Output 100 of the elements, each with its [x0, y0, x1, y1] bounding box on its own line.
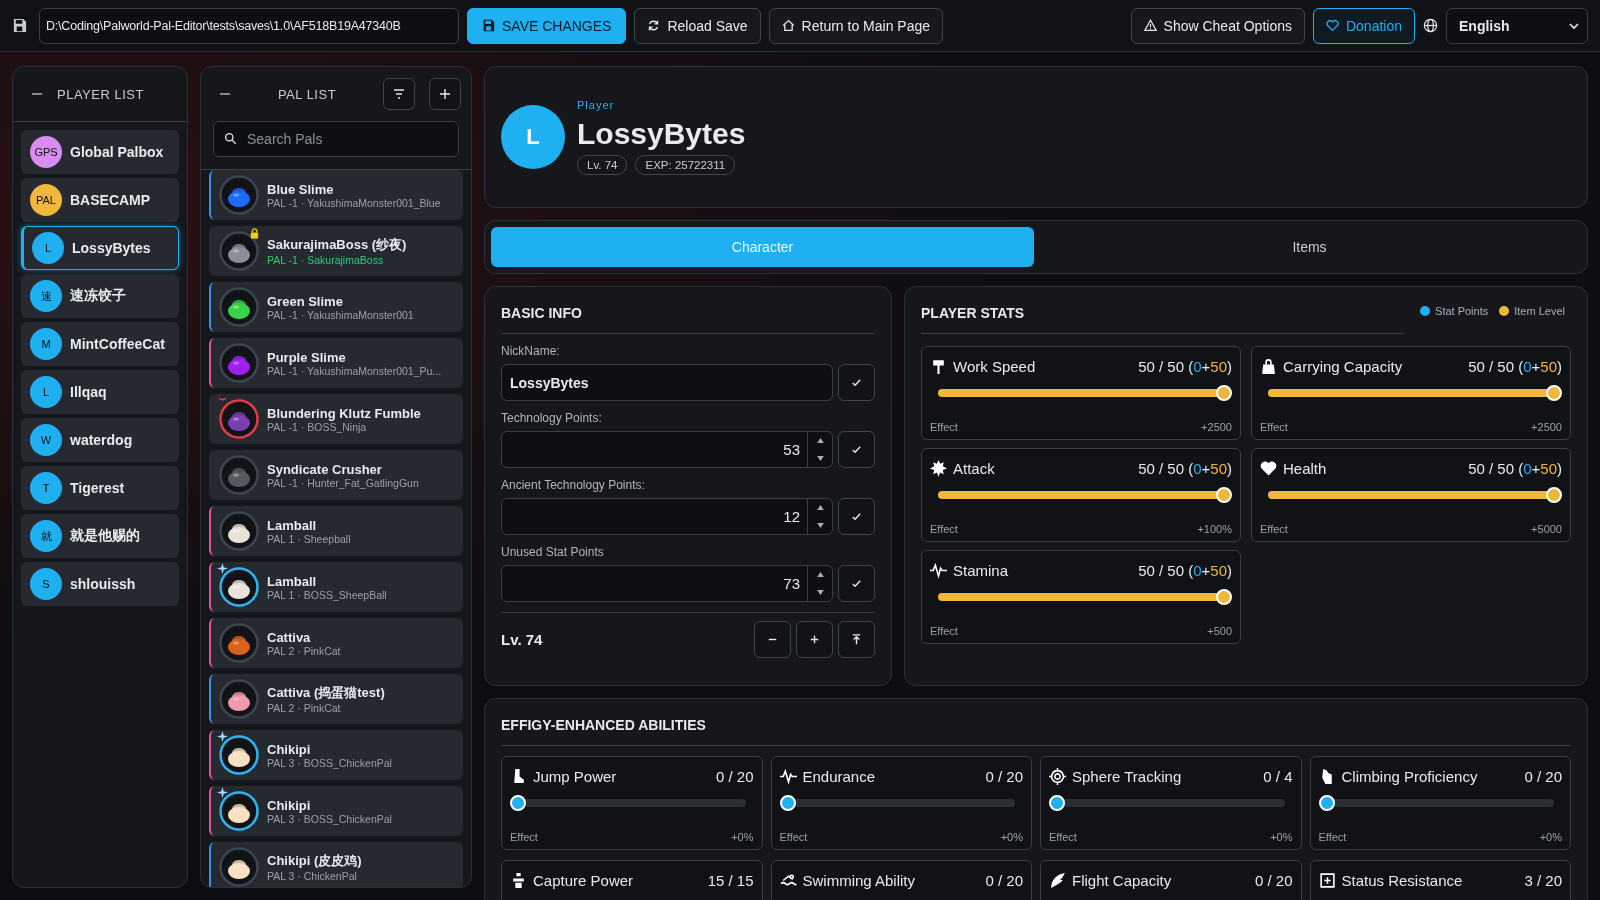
- legend-label: Item Level: [1514, 305, 1565, 317]
- player-name: Global Palbox: [70, 144, 164, 160]
- player-item[interactable]: L LossyBytes: [21, 226, 179, 270]
- pal-item[interactable]: Lamball PAL 1 · BOSS_SheepBall: [209, 562, 463, 612]
- stat-name: Health: [1283, 459, 1328, 477]
- slider-thumb[interactable]: [1049, 795, 1065, 811]
- player-item[interactable]: M MintCoffeeCat: [21, 322, 179, 366]
- pal-subtitle: PAL 3 · ChickenPal: [267, 870, 358, 882]
- slider-thumb[interactable]: [1216, 487, 1232, 503]
- pal-item[interactable]: SakurajimaBoss (纱夜) PAL -1 · SakurajimaBoss: [209, 226, 463, 276]
- plus-icon: [438, 87, 452, 101]
- save-changes-button[interactable]: SAVE CHANGES: [467, 7, 627, 44]
- slider-thumb[interactable]: [779, 795, 796, 811]
- stat-name: Carrying Capacity: [1283, 357, 1404, 375]
- ability-reading: 0 / 4: [1263, 767, 1293, 785]
- player-item[interactable]: L Illqaq: [21, 370, 179, 414]
- ability-name: Flight Capacity: [1072, 871, 1173, 889]
- pal-name: Blue Slime: [267, 181, 335, 197]
- effect-value: +100%: [1197, 523, 1232, 535]
- home-icon: [781, 19, 795, 32]
- pal-subtitle: PAL -1 · YakushimaMonster001: [267, 308, 414, 321]
- check-icon: [850, 443, 863, 456]
- swimmer-icon: [779, 871, 797, 889]
- slider-thumb[interactable]: [1216, 385, 1232, 401]
- number-field[interactable]: 12: [501, 498, 833, 535]
- slider-thumb[interactable]: [1546, 385, 1562, 401]
- pal-item[interactable]: Cattiva (捣蛋猫test) PAL 2 · PinkCat: [209, 674, 463, 724]
- field-label: Unused Stat Points: [501, 545, 605, 559]
- save-icon: [482, 19, 495, 32]
- triangle-down-icon: [816, 522, 824, 528]
- player-item[interactable]: 就 就是他赐的: [21, 514, 179, 558]
- player-item[interactable]: GPS Global Palbox: [21, 130, 179, 174]
- pal-name: Cattiva (捣蛋猫test): [267, 684, 385, 702]
- sparkle-icon: [217, 563, 228, 574]
- pal-item[interactable]: Blundering Klutz Fumble PAL -1 · BOSS_Ninja: [209, 394, 463, 444]
- slider-thumb[interactable]: [1546, 487, 1562, 503]
- player-item[interactable]: T Tigerest: [21, 466, 179, 510]
- player-avatar: S: [30, 568, 62, 600]
- pal-item[interactable]: Lamball PAL 1 · Sheepball: [209, 506, 463, 556]
- ability-reading: 0 / 20: [1254, 871, 1293, 889]
- number-field[interactable]: 53: [501, 431, 833, 468]
- add-button[interactable]: [429, 78, 461, 110]
- pal-item[interactable]: Chikipi PAL 3 · BOSS_ChickenPal: [209, 730, 463, 780]
- stat-name: Attack: [953, 459, 996, 477]
- ability-reading: 3 / 20: [1524, 871, 1562, 889]
- donation-button[interactable]: Donation: [1312, 7, 1415, 44]
- pal-item[interactable]: Green Slime PAL -1 · YakushimaMonster001: [209, 282, 463, 332]
- reload-save-button[interactable]: Reload Save: [634, 7, 761, 44]
- pal-name: Chikipi (皮皮鸡): [267, 852, 362, 870]
- player-name: Illqaq: [70, 384, 107, 400]
- number-field[interactable]: 73: [501, 565, 833, 602]
- pal-subtitle: PAL 1 · BOSS_SheepBall: [267, 588, 387, 601]
- pal-item[interactable]: Syndicate Crusher PAL -1 · Hunter_Fat_GatlingGun: [209, 450, 463, 500]
- return-to-main-page-button[interactable]: Return to Main Page: [768, 7, 943, 44]
- slider-thumb[interactable]: [510, 795, 526, 811]
- sparkle-icon: [217, 731, 228, 742]
- effect-label: Effect: [1260, 421, 1288, 433]
- triangle-down-icon: [816, 589, 824, 595]
- max-level-button[interactable]: [838, 621, 875, 658]
- burst-icon: [930, 459, 947, 477]
- player-avatar: 就: [30, 520, 62, 552]
- player-avatar: T: [30, 472, 62, 504]
- field-label: Ancient Technology Points:: [501, 478, 646, 492]
- ability-name: Capture Power: [533, 871, 635, 889]
- tab[interactable]: Items: [1038, 227, 1581, 267]
- filter-button[interactable]: [383, 78, 415, 110]
- effect-label: Effect: [1318, 831, 1347, 843]
- lock-icon: [249, 228, 260, 239]
- pal-subtitle: PAL 3 · BOSS_ChickenPal: [267, 812, 392, 825]
- text-field[interactable]: LossyBytes: [501, 364, 833, 401]
- slider-thumb[interactable]: [1216, 589, 1232, 605]
- effect-label: Effect: [930, 421, 958, 433]
- globe-icon: [1423, 18, 1438, 33]
- pal-name: Chikipi: [267, 741, 312, 757]
- effect-label: Effect: [510, 831, 538, 843]
- ability-reading: 15 / 15: [707, 871, 754, 889]
- pal-item[interactable]: Purple Slime PAL -1 · YakushimaMonster001_Pu...: [209, 338, 463, 388]
- effect-value: +2500: [1201, 421, 1232, 433]
- slider-thumb[interactable]: [1318, 795, 1335, 811]
- pal-name: Lamball: [267, 517, 318, 533]
- pal-item[interactable]: Chikipi (皮皮鸡) PAL 3 · ChickenPal: [209, 842, 463, 887]
- section-title: EFFIGY-ENHANCED ABILITIES: [501, 713, 1571, 746]
- language-select[interactable]: English: [1446, 7, 1588, 44]
- search-field[interactable]: Search Pals: [213, 121, 459, 157]
- pal-item[interactable]: Blue Slime PAL -1 · YakushimaMonster001_Blue: [209, 170, 463, 220]
- player-item[interactable]: S shlouissh: [21, 562, 179, 606]
- pal-item[interactable]: Cattiva PAL 2 · PinkCat: [209, 618, 463, 668]
- pal-item[interactable]: Chikipi PAL 3 · BOSS_ChickenPal: [209, 786, 463, 836]
- pal-subtitle: PAL -1 · Hunter_Fat_GatlingGun: [267, 476, 419, 489]
- path-field[interactable]: D:\Coding\Palworld-Pal-Editor\tests\saves\1.0\AF518B19A47340B: [39, 7, 459, 44]
- player-avatar: W: [30, 424, 62, 456]
- show-cheat-options-button[interactable]: Show Cheat Options: [1130, 7, 1305, 44]
- arrow-to-top-icon: [850, 633, 863, 646]
- player-item[interactable]: W waterdog: [21, 418, 179, 462]
- player-item[interactable]: 速 速冻饺子: [21, 274, 179, 318]
- player-item[interactable]: PAL BASECAMP: [21, 178, 179, 222]
- ability-reading: 0 / 20: [985, 767, 1023, 785]
- triangle-up-icon: [816, 505, 824, 511]
- ability-name: Climbing Proficiency: [1341, 767, 1479, 785]
- ability-name: Status Resistance: [1341, 871, 1464, 889]
